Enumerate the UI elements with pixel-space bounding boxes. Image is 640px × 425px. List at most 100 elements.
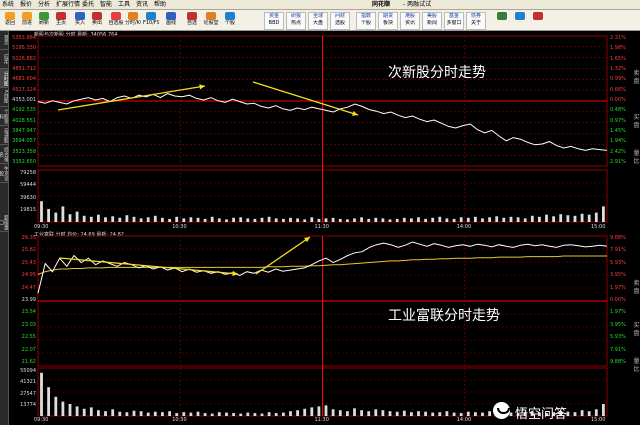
time-tick-label: 09:30	[34, 417, 49, 423]
axis-tick-label: 3.95%	[610, 272, 626, 279]
time-tick-label: 10:30	[172, 417, 187, 423]
axis-tick-label: 23.54	[21, 309, 36, 316]
bottom-volume-bar	[175, 413, 179, 416]
top-volume-bar	[89, 216, 93, 222]
wukong-logo-icon	[493, 402, 510, 419]
top-rising-arrow-head	[199, 84, 205, 90]
top-volume-bar	[196, 217, 200, 222]
top-volume-bar	[466, 217, 470, 222]
top-volume-bar	[274, 218, 278, 222]
top-volume-bar	[552, 216, 555, 222]
timeshare-charts	[37, 35, 608, 417]
bottom-volume-bar	[424, 411, 427, 416]
axis-tick-label: 1.65%	[610, 55, 626, 62]
top-volume-bar	[566, 215, 570, 222]
axis-tick-label: 9.88%	[610, 235, 626, 241]
axis-tick-label: 3.95%	[610, 321, 626, 328]
bottom-volume-bar	[253, 413, 257, 416]
axis-tick-label: 0.99%	[610, 76, 626, 83]
bottom-volume-bar	[573, 412, 577, 416]
top-volume-bar	[104, 217, 107, 222]
bottom-volume-bar	[210, 413, 214, 416]
bottom-volume-bar	[111, 409, 115, 416]
top-volume-bar	[495, 216, 499, 222]
bottom-volume-bar	[97, 410, 100, 416]
axis-tick-label: 7.91%	[610, 247, 626, 254]
top-volume-bar	[225, 219, 228, 222]
bottom-volume-bar	[82, 408, 86, 416]
axis-tick-label: 23.03	[21, 321, 36, 328]
axis-tick-label: 3352.650	[12, 159, 36, 165]
axis-tick-label: 4028.551	[12, 117, 36, 124]
top-volume-bar	[182, 218, 186, 222]
bottom-volume-bar	[161, 412, 164, 416]
top-volume-bar	[360, 217, 363, 222]
axis-tick-label: 25.82	[21, 247, 36, 254]
bottom-falling-arrow-head	[232, 270, 238, 277]
top-volume-bar	[189, 217, 193, 222]
axis-tick-label: 7.91%	[610, 346, 626, 353]
top-volume-bar	[516, 217, 520, 222]
bottom-rising-arrow-head	[304, 237, 310, 243]
bottom-volume-bar	[402, 410, 406, 416]
top-volume-bar	[246, 218, 250, 222]
top-volume-bar	[161, 217, 164, 222]
time-tick-label: 10:30	[172, 224, 187, 230]
axis-tick-label: 25.43	[21, 259, 36, 266]
bottom-volume-bar	[168, 411, 171, 416]
bottom-volume-bar	[296, 410, 299, 416]
axis-tick-label: 0.00%	[610, 97, 626, 103]
top-volume-bar	[168, 218, 171, 222]
top-volume-bar	[47, 209, 50, 222]
bottom-volume-bar	[374, 409, 378, 416]
top-volume-bar	[509, 216, 513, 222]
bottom-volume-bar	[89, 407, 93, 416]
top-volume-bar	[602, 206, 605, 222]
axis-tick-label: 0.66%	[610, 86, 626, 93]
top-volume-bar	[203, 218, 207, 222]
bottom-volume-bar	[445, 411, 449, 416]
bottom-volume-bar	[40, 372, 43, 416]
axis-tick-label: 4681.604	[12, 76, 36, 83]
top-volume-bar	[346, 219, 349, 222]
top-volume-bar	[139, 218, 143, 222]
top-volume-bar	[395, 218, 399, 222]
top-volume-bar	[132, 216, 136, 222]
bottom-volume-bar	[146, 412, 150, 416]
bottom-volume-bar	[246, 412, 250, 416]
bottom-falling-arrow	[59, 257, 239, 275]
top-volume-bar	[573, 215, 577, 222]
bottom-volume-bar	[189, 412, 193, 416]
bottom-volume-bar	[481, 412, 484, 416]
bottom-volume-bar	[153, 411, 157, 416]
top-volume-bar	[545, 214, 548, 222]
bottom-volume-bar	[417, 411, 420, 416]
top-volume-bar	[410, 218, 413, 222]
bottom-volume-bar	[182, 412, 186, 416]
bottom-volume-bar	[388, 411, 392, 416]
bottom-volume-bar	[338, 410, 342, 416]
top-volume-bar	[353, 218, 356, 222]
axis-tick-label: 1.98%	[610, 45, 626, 52]
top-volume-bar	[417, 217, 420, 222]
time-tick-label: 14:00	[456, 224, 472, 230]
top-volume-bar	[317, 218, 321, 222]
volume-tick-label: 41321	[20, 379, 36, 386]
axis-tick-label: 2.42%	[610, 148, 626, 155]
top-volume-bar	[61, 206, 65, 222]
bottom-volume-bar	[260, 413, 264, 416]
bottom-volume-bar	[602, 404, 605, 416]
top-rising-arrow	[57, 85, 206, 111]
bottom-volume-bar	[353, 408, 356, 416]
top-volume-bar	[502, 217, 506, 222]
axis-tick-label: 3847.947	[12, 128, 36, 134]
bottom-volume-bar	[317, 406, 321, 416]
bottom-volume-bar	[232, 413, 235, 416]
volume-tick-label: 39630	[20, 194, 36, 201]
top-volume-bar	[402, 217, 406, 222]
bottom-volume-bar	[289, 411, 292, 416]
bottom-volume-bar	[452, 412, 456, 416]
axis-tick-label: 1.94%	[610, 138, 626, 145]
bottom-volume-bar	[580, 410, 584, 416]
bottom-volume-bar	[274, 413, 278, 416]
